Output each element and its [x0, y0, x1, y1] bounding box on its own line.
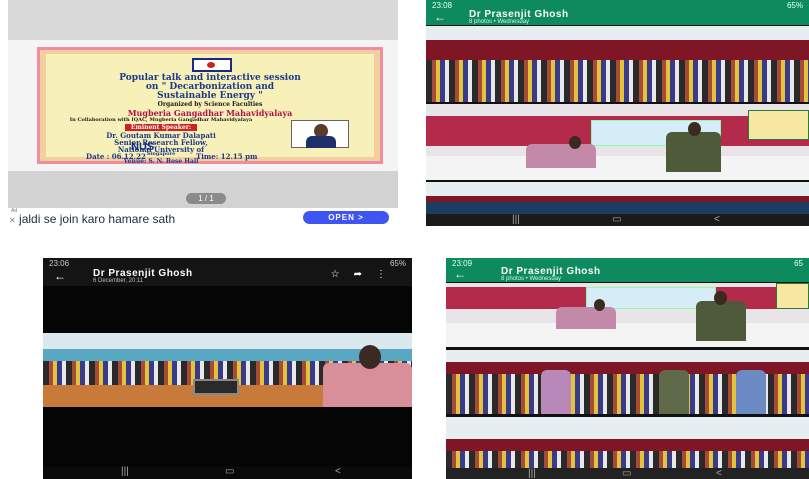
page-indicator: 1 / 1: [186, 193, 226, 204]
android-nav-bar: ||| ▭ <: [446, 468, 809, 479]
nus-logo: NUS: [131, 141, 155, 153]
stage-table: [426, 156, 809, 180]
gallery-header: 23:09 65 ← Dr Prasenjit Ghosh 8 photos •…: [446, 258, 809, 282]
status-battery: 65: [794, 259, 803, 268]
ad-banner[interactable]: Ad ✕ jaldi se join karo hamare sath OPEN…: [8, 208, 398, 226]
laptop: [193, 379, 239, 395]
hall-wall-blue: [43, 349, 412, 361]
speaker-person: [666, 132, 721, 172]
speaker-body: [306, 136, 336, 148]
standing-person-2: [659, 370, 689, 414]
back-arrow-icon[interactable]: ←: [454, 267, 466, 281]
gallery-subtitle: 8 photos • Wednesday: [501, 276, 562, 282]
speaker-person: [696, 301, 746, 341]
seated-person: [526, 144, 596, 168]
recents-icon[interactable]: |||: [512, 214, 520, 225]
stage-table: [446, 323, 809, 347]
android-nav-bar: ||| ▭ <: [43, 466, 412, 479]
gallery-photo-stage[interactable]: [426, 104, 809, 180]
speaker-photo: [291, 120, 349, 148]
ad-open-button[interactable]: OPEN >: [303, 211, 389, 224]
gallery-photo-group[interactable]: [446, 350, 809, 414]
standing-person-3: [736, 370, 766, 414]
home-icon[interactable]: ▭: [622, 468, 631, 479]
poster-eminent-speaker: Eminent Speaker:: [46, 124, 276, 131]
gallery-photo-hall[interactable]: [446, 417, 809, 468]
gallery-photo-hall[interactable]: [426, 182, 809, 214]
status-battery: 65%: [786, 1, 803, 10]
back-arrow-icon[interactable]: ←: [54, 269, 66, 283]
speaker-head: [714, 291, 727, 305]
speaker-head: [688, 122, 701, 136]
android-nav-bar: ||| ▭ <: [426, 214, 809, 226]
audience-2: [446, 451, 809, 468]
poster-viewer-screenshot: Popular talk and interactive session on …: [8, 0, 398, 226]
ad-text[interactable]: ✕ jaldi se join karo hamare sath: [9, 212, 175, 226]
person-head: [569, 136, 581, 149]
forward-icon[interactable]: ➦: [354, 269, 376, 280]
gallery-header: 23:08 65% ← Dr Prasenjit Ghosh 8 photos …: [426, 0, 809, 25]
gallery-screenshot-top-right: 23:08 65% ← Dr Prasenjit Ghosh 8 photos …: [426, 0, 809, 226]
ad-close-icon[interactable]: ✕: [9, 216, 16, 225]
poster-organized-by: Organized by Science Faculties: [157, 101, 263, 108]
poster-venue: Venue: S. N. Bose Hall: [123, 158, 199, 165]
photo-view-header: 23:06 65% ← Dr Prasenjit Ghosh 6 Decembe…: [43, 258, 412, 286]
back-nav-icon[interactable]: <: [714, 214, 720, 225]
standing-person-1: [541, 370, 571, 414]
hall-ceiling-2: [446, 417, 809, 441]
gallery-photo-audience[interactable]: [426, 26, 809, 102]
poster-collaboration: In Collaboration with IQAC, Mugberia Gan…: [69, 117, 253, 123]
gallery-screenshot-bottom-right: 23:09 65 ← Dr Prasenjit Ghosh 8 photos •…: [446, 258, 809, 479]
event-poster[interactable]: Popular talk and interactive session on …: [37, 47, 383, 165]
viewer-top-area: [8, 0, 398, 40]
college-logo-icon: [192, 58, 232, 72]
status-battery: 65%: [389, 259, 406, 268]
hall-wall: [426, 40, 809, 60]
gallery-subtitle: 8 photos • Wednesday: [469, 19, 530, 25]
full-photo-lecture[interactable]: [43, 333, 412, 407]
status-time: 23:08: [432, 1, 453, 10]
home-icon[interactable]: ▭: [225, 466, 234, 477]
recents-icon[interactable]: |||: [121, 466, 129, 477]
home-icon[interactable]: ▭: [612, 214, 621, 225]
banner: [748, 110, 809, 140]
hall-wall-2: [446, 439, 809, 451]
speaker-person: [323, 363, 412, 407]
back-arrow-icon[interactable]: ←: [434, 10, 446, 24]
gallery-photo-stage[interactable]: [446, 283, 809, 347]
back-nav-icon[interactable]: <: [716, 468, 722, 479]
banner: [776, 283, 809, 309]
star-icon[interactable]: ☆: [331, 269, 354, 280]
photo-date: 6 December, 20:11: [93, 278, 144, 284]
header-actions: ☆➦⋮: [331, 269, 400, 280]
hall-ceiling-2: [426, 182, 809, 196]
photo-view-screenshot: 23:06 65% ← Dr Prasenjit Ghosh 6 Decembe…: [43, 258, 412, 479]
back-nav-icon[interactable]: <: [335, 466, 341, 477]
poster-title-line3: Sustainable Energy ": [157, 91, 263, 101]
status-time: 23:06: [49, 259, 70, 268]
audience-2: [426, 202, 809, 214]
seated-audience: [426, 60, 809, 102]
recents-icon[interactable]: |||: [528, 468, 536, 479]
person-head: [594, 299, 605, 311]
seated-person: [556, 307, 616, 329]
more-vert-icon[interactable]: ⋮: [376, 269, 400, 280]
poster-body: Popular talk and interactive session on …: [46, 54, 374, 165]
speaker-head: [359, 345, 381, 369]
